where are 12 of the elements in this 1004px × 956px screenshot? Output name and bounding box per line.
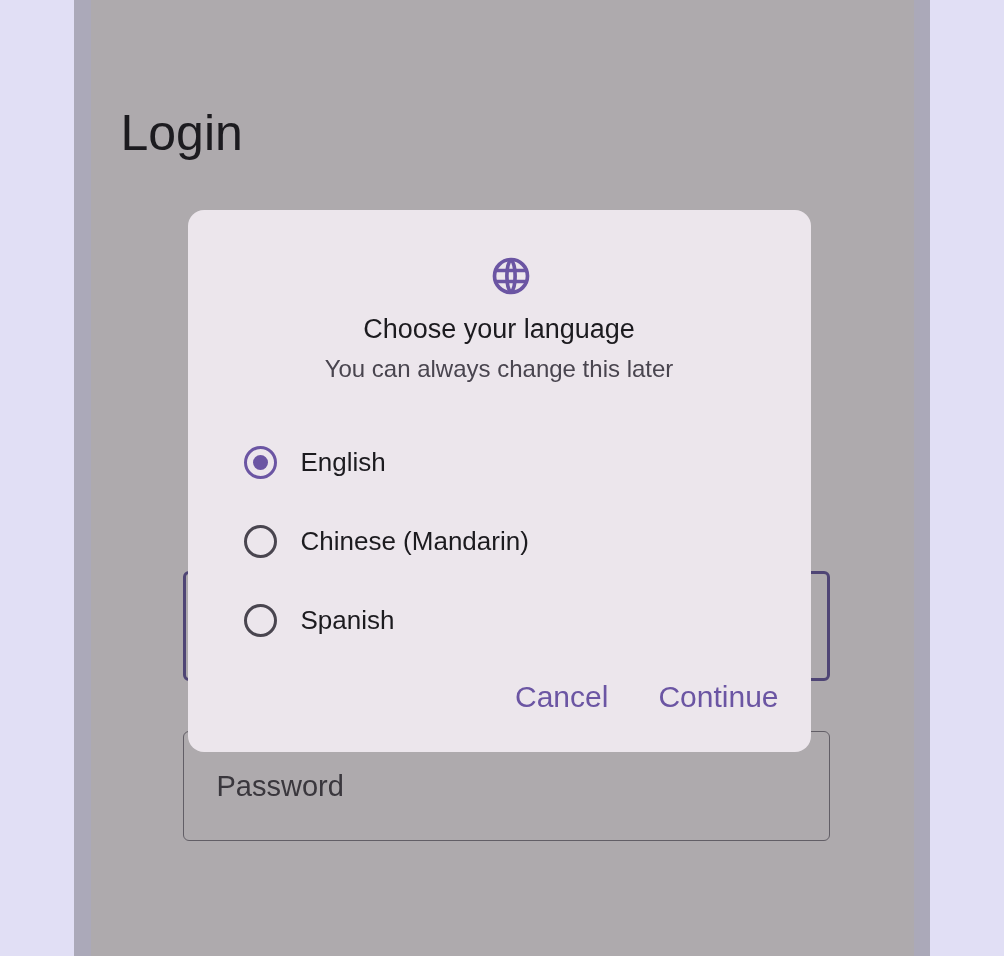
dialog-title: Choose your language (363, 314, 635, 345)
cancel-button[interactable]: Cancel (515, 680, 609, 714)
radio-button[interactable] (243, 525, 277, 558)
dialog-subtitle: You can always change this later (324, 355, 674, 383)
radio-button[interactable] (243, 604, 277, 637)
continue-button[interactable]: Continue (658, 680, 779, 714)
radio-button[interactable] (243, 446, 277, 479)
page-title: Login (120, 104, 244, 163)
option-label: English (300, 447, 386, 478)
option-label: Chinese (Mandarin) (300, 526, 529, 557)
option-label: Spanish (300, 605, 395, 636)
password-field[interactable]: Password (182, 731, 830, 841)
